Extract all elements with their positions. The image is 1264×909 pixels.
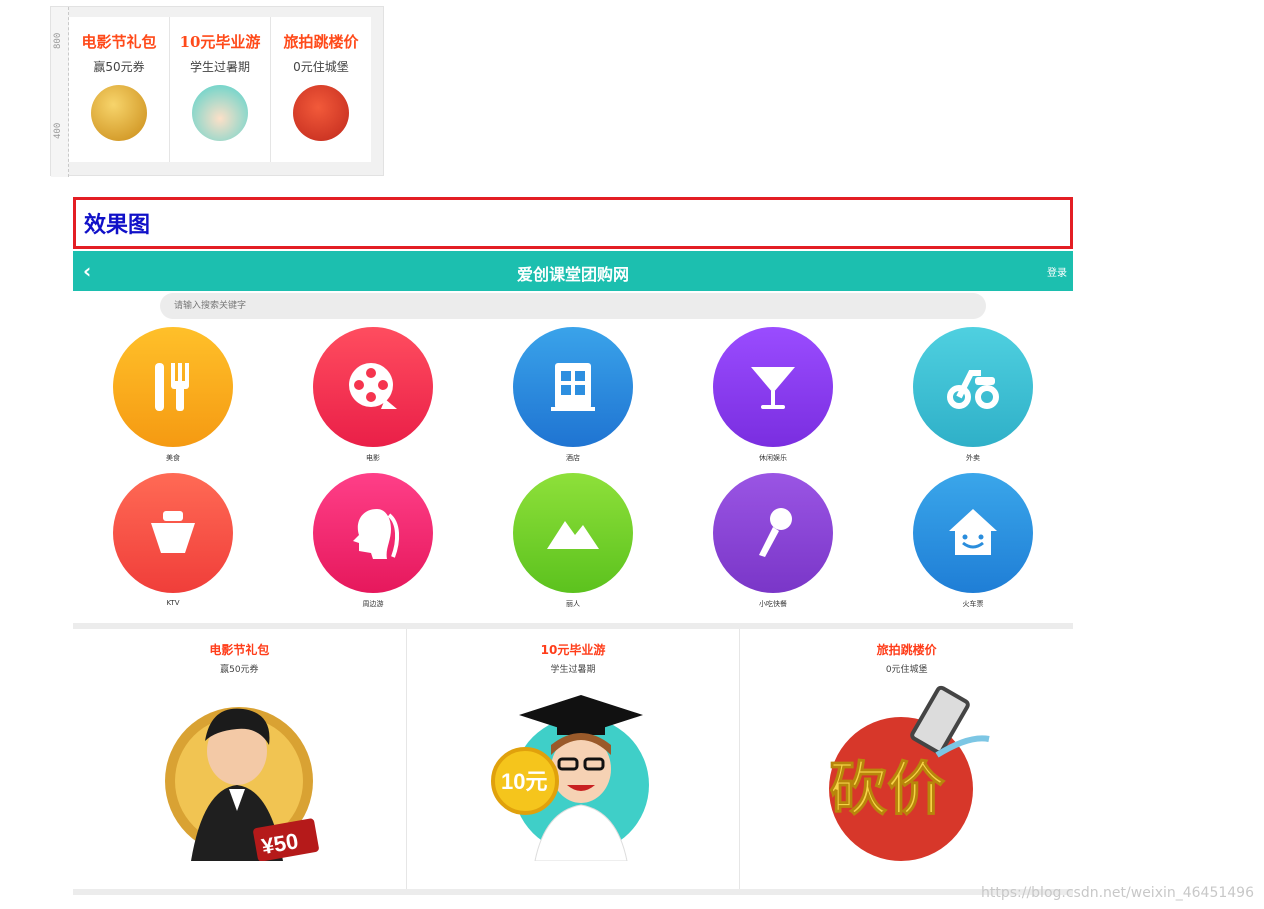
promo-subtitle: 赢50元券 (220, 665, 259, 675)
bottom-divider (73, 889, 1073, 895)
graduation-image: 10元 (491, 695, 649, 861)
promo-title: 电影节礼包 (209, 643, 270, 657)
category-item-movie[interactable]: 电影 (273, 327, 473, 473)
utensils-icon (113, 327, 233, 447)
category-grid: 美食 电影 酒店 休闲娱乐 外卖 KTV 周边游 丽人 小吃快餐 火车票 (73, 327, 1073, 619)
category-label: 外卖 (966, 454, 980, 462)
category-label: 丽人 (566, 600, 580, 608)
movie-coin-image: ¥50 (165, 707, 320, 861)
vertical-ruler: 800 400 (51, 7, 69, 177)
category-label: 周边游 (362, 600, 384, 608)
bargain-promo-image (293, 85, 349, 141)
preview-card-subtitle: 0元住城堡 (293, 60, 349, 74)
ruler-mark: 400 (53, 122, 63, 139)
microphone-icon (713, 473, 833, 593)
category-item-leisure[interactable]: 休闲娱乐 (673, 327, 873, 473)
preview-card-title: 电影节礼包 (81, 33, 157, 51)
preview-snippet: 800 400 电影节礼包 赢50元券 10元毕业游 学生过暑期 旅拍跳楼价 0… (50, 6, 384, 177)
preview-card-subtitle: 学生过暑期 (189, 60, 250, 74)
category-item-hotel[interactable]: 酒店 (473, 327, 673, 473)
preview-card[interactable]: 10元毕业游 学生过暑期 (170, 17, 271, 162)
category-item-takeout[interactable]: 外卖 (873, 327, 1073, 473)
effect-heading: 效果图 (84, 212, 151, 238)
top-navbar: ‹ 爱创课堂团购网 登录 (73, 251, 1073, 291)
promo-badge: 10元 (501, 769, 547, 794)
category-item-train-ticket[interactable]: 火车票 (873, 473, 1073, 619)
preview-card-title: 10元毕业游 (179, 33, 261, 51)
mountain-icon (513, 473, 633, 593)
promo-title: 旅拍跳楼价 (876, 643, 937, 657)
category-item-snack[interactable]: 小吃快餐 (673, 473, 873, 619)
cocktail-icon (713, 327, 833, 447)
app-frame: ‹ 爱创课堂团购网 登录 美食 电影 (73, 251, 1073, 896)
promo-section: 电影节礼包 赢50元券 ¥50 10元毕业游 学生过暑期 10元 旅拍跳楼价 0… (73, 629, 1073, 889)
search-input[interactable] (160, 293, 986, 319)
preview-card-subtitle: 赢50元券 (93, 60, 145, 74)
profile-head-icon (313, 473, 433, 593)
category-label: 电影 (366, 454, 380, 462)
house-smile-icon (913, 473, 1033, 593)
preview-card[interactable]: 旅拍跳楼价 0元住城堡 (271, 17, 371, 162)
scooter-icon (913, 327, 1033, 447)
login-link[interactable]: 登录 (1047, 264, 1067, 279)
promo-card-movie[interactable]: 电影节礼包 赢50元券 ¥50 (73, 629, 407, 889)
bargain-image: 砍价 (828, 685, 990, 861)
category-label: 美食 (166, 454, 180, 462)
category-item-ktv[interactable]: KTV (73, 473, 273, 619)
category-item-food[interactable]: 美食 (73, 327, 273, 473)
category-item-beauty[interactable]: 丽人 (473, 473, 673, 619)
category-item-nearby-tour[interactable]: 周边游 (273, 473, 473, 619)
site-title: 爱创课堂团购网 (516, 265, 629, 284)
promo-subtitle: 学生过暑期 (550, 665, 596, 675)
preview-card[interactable]: 电影节礼包 赢50元券 (69, 17, 170, 162)
effect-heading-box: 效果图 (73, 197, 1073, 249)
category-label: 火车票 (962, 600, 984, 608)
ktv-icon (113, 473, 233, 593)
watermark: https://blog.csdn.net/weixin_46451496 (980, 885, 1254, 901)
promo-badge: 砍价 (829, 755, 945, 823)
building-icon (513, 327, 633, 447)
screenshot-canvas: 800 400 电影节礼包 赢50元券 10元毕业游 学生过暑期 旅拍跳楼价 0… (0, 0, 1264, 909)
promo-subtitle: 0元住城堡 (885, 665, 928, 675)
graduation-promo-image (192, 85, 248, 141)
category-label: 酒店 (566, 454, 580, 462)
category-label: 休闲娱乐 (759, 454, 787, 462)
ruler-mark: 800 (53, 32, 63, 49)
promo-card-bargain[interactable]: 旅拍跳楼价 0元住城堡 砍价 (740, 629, 1073, 889)
film-reel-icon (313, 327, 433, 447)
promo-card-graduation[interactable]: 10元毕业游 学生过暑期 10元 (407, 629, 741, 889)
movie-promo-image (91, 85, 147, 141)
category-label: 小吃快餐 (759, 600, 787, 608)
preview-card-title: 旅拍跳楼价 (283, 33, 359, 51)
promo-title: 10元毕业游 (540, 643, 606, 657)
category-label: KTV (166, 599, 180, 607)
